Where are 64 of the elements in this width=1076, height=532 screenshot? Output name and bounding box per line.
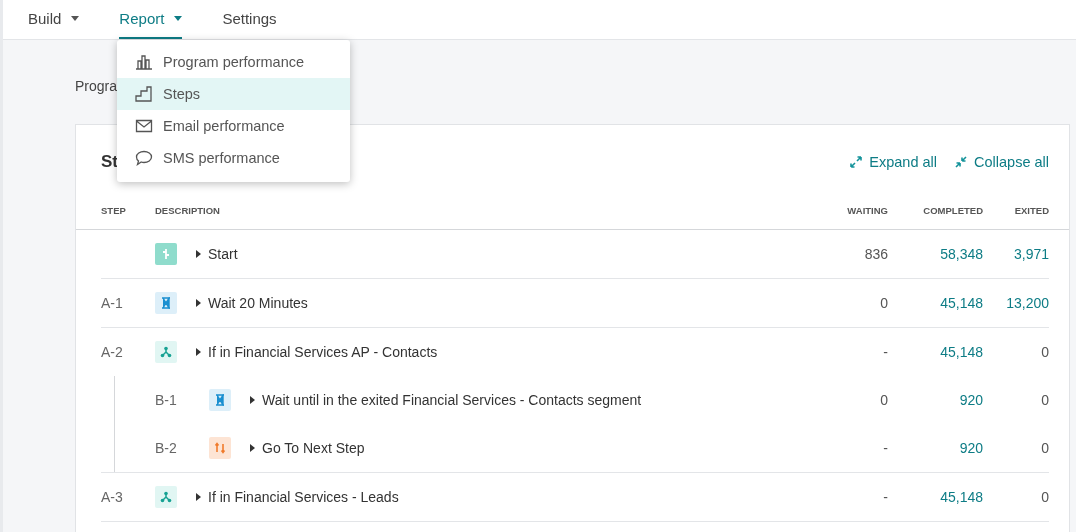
step-id: B-1 — [155, 392, 177, 408]
expand-arrow-icon[interactable] — [196, 299, 201, 307]
nav-tab[interactable]: Settings — [222, 0, 277, 39]
step-description: Wait 20 Minutes — [208, 295, 308, 311]
expand-arrow-icon[interactable] — [250, 444, 255, 452]
branch-icon — [155, 486, 177, 508]
step-description: If in Financial Services AP - Contacts — [208, 344, 438, 360]
waiting-count: 0 — [879, 392, 888, 408]
nav-tab[interactable]: Build — [28, 0, 80, 39]
completed-link[interactable]: 58,348 — [888, 246, 983, 262]
column-header: EXITED — [1013, 204, 1049, 216]
completed-link[interactable]: 920 — [888, 392, 983, 408]
column-header: STEP — [101, 204, 127, 216]
waiting-count: 836 — [863, 246, 888, 262]
step-description: Wait until in the exited Financial Services - Contacts segment — [262, 392, 642, 408]
completed-link[interactable]: 45,148 — [888, 295, 983, 311]
step-id: B-2 — [155, 440, 177, 456]
card-title: St — [101, 152, 118, 172]
branch-icon — [155, 341, 177, 363]
waiting-count: - — [882, 489, 888, 505]
waiting-count: 0 — [879, 295, 888, 311]
menu-item[interactable]: Email performance — [117, 110, 350, 142]
start-icon — [155, 243, 177, 265]
stairs-icon — [135, 86, 153, 102]
exited-link[interactable]: 13,200 — [983, 295, 1049, 311]
toolbar-link[interactable]: Collapse all — [955, 154, 1049, 170]
step-id: A-1 — [101, 295, 123, 311]
hourglass-icon — [155, 292, 177, 314]
hourglass-icon — [209, 389, 231, 411]
menu-item[interactable]: SMS performance — [117, 142, 350, 174]
caret-icon — [174, 16, 183, 21]
completed-link[interactable]: 45,148 — [888, 489, 983, 505]
speech-bubble-icon — [135, 150, 153, 166]
exited-link[interactable]: 3,971 — [983, 246, 1049, 262]
toolbar-link[interactable]: Expand all — [850, 154, 938, 170]
expand-arrow-icon[interactable] — [196, 348, 201, 356]
step-description: If in Financial Services - Leads — [208, 489, 399, 505]
expand-icon — [850, 156, 863, 168]
step-description: Go To Next Step — [262, 440, 365, 456]
exited-count: 0 — [1040, 344, 1049, 360]
menu-item[interactable]: Steps — [117, 78, 350, 110]
completed-link[interactable]: 45,148 — [888, 344, 983, 360]
step-id: A-3 — [101, 489, 123, 505]
page-label: Progra — [75, 78, 118, 95]
column-header: COMPLETED — [922, 204, 983, 216]
envelope-icon — [135, 118, 153, 134]
expand-arrow-icon[interactable] — [196, 250, 201, 258]
caret-icon — [71, 16, 80, 21]
bar-chart-icon — [135, 54, 153, 70]
exited-count: 0 — [1040, 489, 1049, 505]
collapse-icon — [955, 156, 968, 168]
expand-arrow-icon[interactable] — [250, 396, 255, 404]
menu-item[interactable]: Program performance — [117, 46, 350, 78]
exited-count: 0 — [1040, 392, 1049, 408]
step-id: A-2 — [101, 344, 123, 360]
completed-link[interactable]: 920 — [888, 440, 983, 456]
expand-arrow-icon[interactable] — [196, 493, 201, 501]
jump-icon — [209, 437, 231, 459]
waiting-count: - — [882, 440, 888, 456]
column-header: WAITING — [846, 204, 888, 216]
column-header: DESCRIPTION — [155, 204, 220, 216]
exited-count: 0 — [1040, 440, 1049, 456]
waiting-count: - — [882, 344, 888, 360]
step-description: Start — [208, 246, 238, 262]
